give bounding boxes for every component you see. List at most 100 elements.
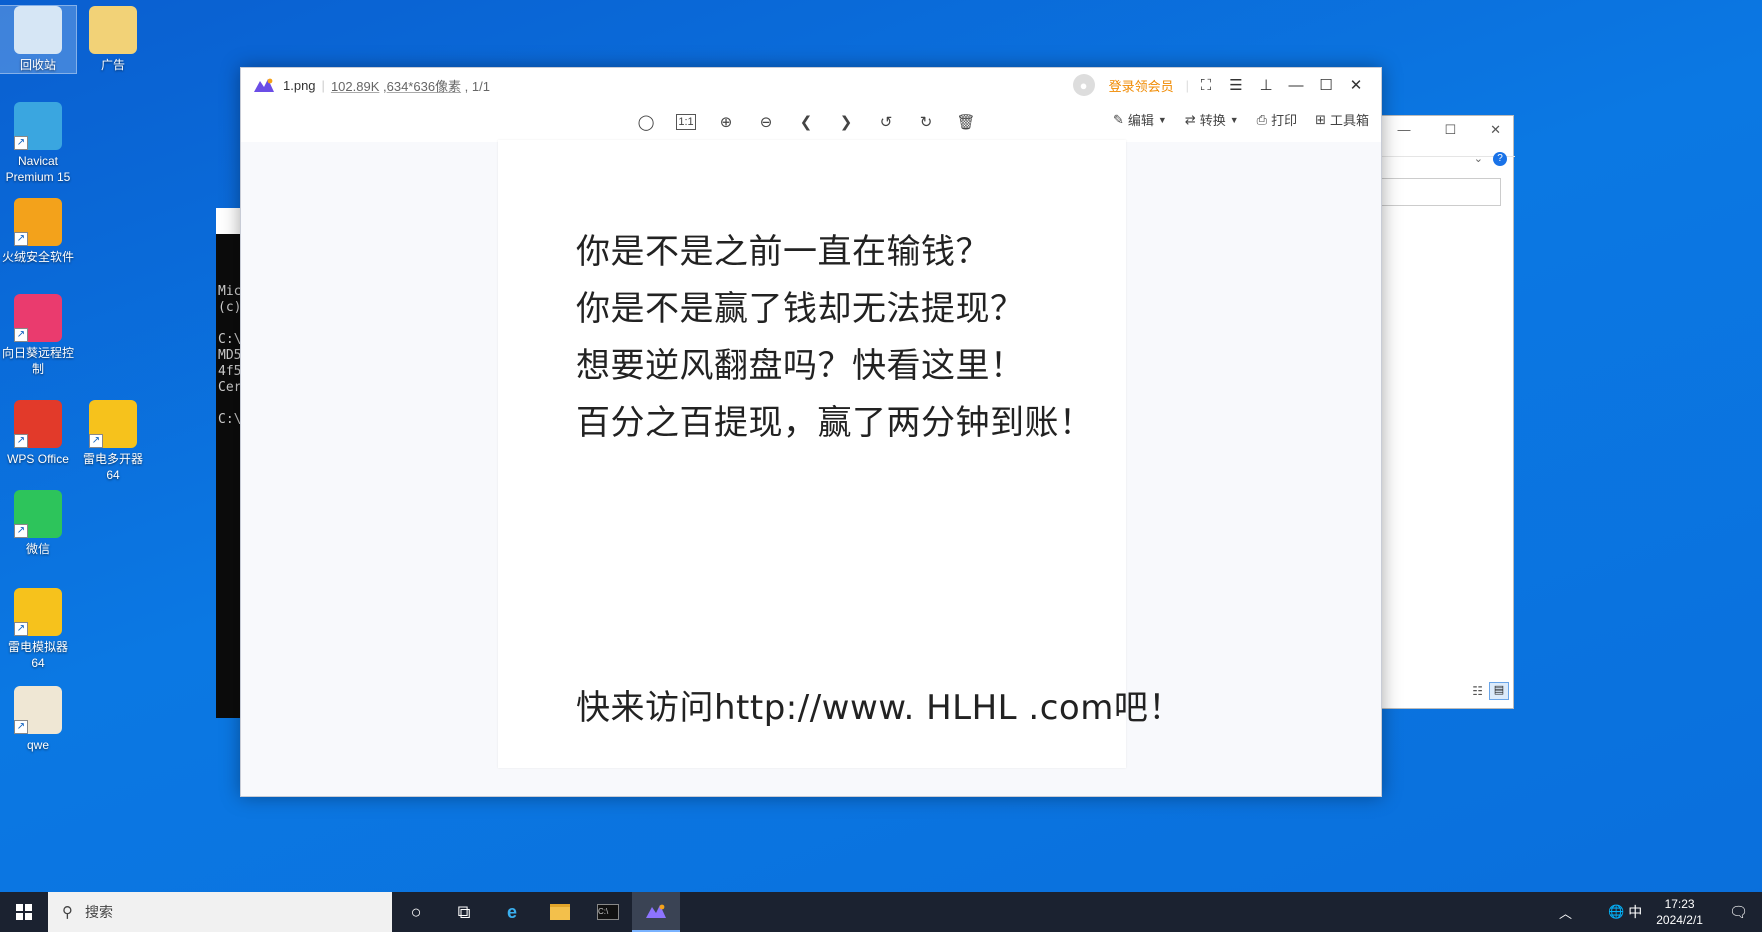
rotate-right-icon[interactable]: ↻ [913,109,939,135]
page-indicator: 1/1 [471,78,490,94]
menu-icon[interactable]: ☰ [1223,72,1249,98]
desktop-icon-sunflower-remote[interactable]: ↗ 向日葵远程控制 [0,294,76,377]
image-text-line: 你是不是赢了钱却无法提现？ [576,289,1025,329]
maximize-icon[interactable]: ☐ [1313,72,1339,98]
desktop-icon-label: qwe [26,738,49,752]
address-bar[interactable] [1381,178,1501,206]
desktop-icon-label: 雷电多开器64 [82,452,143,482]
caret-down-icon: ▼ [1157,114,1167,125]
desktop-icon-ldplayer[interactable]: ↗ 雷电模拟器64 [0,588,76,671]
terminal-icon[interactable]: C:\ [584,892,632,932]
clock-time: 17:23 [1664,897,1695,911]
task-view-icon[interactable]: ⧉ [440,892,488,932]
minimize-icon[interactable]: — [1397,122,1410,138]
file-explorer-icon[interactable] [536,892,584,932]
shortcut-arrow-icon: ↗ [14,720,28,734]
app-logo-icon [253,77,275,93]
search-placeholder: 搜索 [85,904,113,920]
desktop-icon-label: 微信 [25,542,50,556]
certificate-icon: ↗ [14,686,62,734]
edit-button[interactable]: ✎ 编辑 ▼ [1113,110,1167,129]
close-icon[interactable]: ✕ [1490,122,1501,138]
desktop-icon-huorong-shield[interactable]: ↗ 火绒安全软件 [0,198,76,265]
image-text-line: 想要逆风翻盘吗？快看这里！ [576,346,1025,386]
document-folder-icon [89,6,137,54]
search-icon: ⚲ [62,904,73,921]
desktop-icon-navicat[interactable]: ↗ Navicat Premium 15 [0,102,76,185]
desktop-icon-wechat[interactable]: ↗ 微信 [0,490,76,557]
viewer-titlebar[interactable]: 1.png | 102.89K ,634*636像素 , 1/1 ● 登录领会员… [241,68,1381,102]
edge-icon[interactable]: e [488,892,536,932]
preview-view-icon[interactable]: ▤ [1489,682,1509,700]
desktop-icon-document-folder[interactable]: 广告 [75,6,151,73]
shortcut-arrow-icon: ↗ [14,136,28,150]
fullscreen-icon[interactable]: ⛶ [1193,72,1219,98]
delete-icon[interactable]: 🗑 [953,109,979,135]
help-icon[interactable]: ? [1493,152,1507,166]
sunflower-remote-icon: ↗ [14,294,62,342]
next-icon[interactable]: ❯ [833,109,859,135]
language-globe-icon[interactable]: 🌐 [1608,904,1624,920]
image-text-line: 百分之百提现，赢了两分钟到账！ [576,403,1094,443]
zoom-in-icon[interactable]: ⊕ [713,109,739,135]
ldplayer-multi-icon: ↗ [89,400,137,448]
login-vip-link[interactable]: 登录领会员 [1109,76,1174,95]
convert-icon: ⇄ [1184,111,1196,127]
shortcut-arrow-icon: ↗ [14,434,28,448]
actual-size-icon[interactable]: 1:1 [676,114,696,130]
image-canvas: 你是不是之前一直在输钱？ 你是不是赢了钱却无法提现？ 想要逆风翻盘吗？快看这里！ 百分… [498,140,1182,768]
explorer-window[interactable]: — ☐ ✕ ⌄ ? ☷ ▤ [1380,115,1515,709]
desktop-icon-wps[interactable]: ↗ WPS Office [0,400,76,467]
details-view-icon[interactable]: ☷ [1472,684,1483,698]
toolbox-button[interactable]: ⊞ 工具箱 [1315,110,1369,129]
edit-icon: ✎ [1112,111,1124,127]
taskbar: ⚲ 搜索 ○ ⧉ e C:\ ︿ 🌐 中 17:23 2024/2/1 🗨 [0,892,1762,932]
desktop-icon-label: Navicat Premium 15 [5,154,71,184]
wechat-icon: ↗ [14,490,62,538]
print-button[interactable]: ⎙ 打印 [1257,110,1297,129]
shortcut-arrow-icon: ↗ [89,434,103,448]
system-tray: ︿ 🌐 中 17:23 2024/2/1 🗨 [1559,892,1762,932]
clock[interactable]: 17:23 2024/2/1 [1656,896,1703,928]
windows-logo-icon [16,904,32,920]
start-button[interactable] [0,892,48,932]
ime-indicator[interactable]: 中 [1628,902,1642,922]
navicat-icon: ↗ [14,102,62,150]
chevron-up-icon[interactable]: ︿ [1559,903,1572,922]
desktop-icon-ldplayer-multi[interactable]: ↗ 雷电多开器64 [75,400,151,483]
shortcut-arrow-icon: ↗ [14,622,28,636]
desktop-icon-certificate[interactable]: ↗ qwe [0,686,76,753]
previous-icon[interactable]: ❮ [793,109,819,135]
pin-icon[interactable]: ⊥ [1253,72,1279,98]
shortcut-arrow-icon: ↗ [14,524,28,538]
desktop-icon-label: WPS Office [7,452,69,466]
desktop-icon-recycle-bin[interactable]: 回收站 [0,5,77,74]
ldplayer-icon: ↗ [14,588,62,636]
chevron-down-icon[interactable]: ⌄ [1474,152,1483,165]
desktop-icon-label: 广告 [100,58,125,72]
desktop-icon-label: 雷电模拟器64 [7,640,68,670]
avatar[interactable]: ● [1072,74,1095,96]
huorong-shield-icon: ↗ [14,198,62,246]
mouse-wheel-icon[interactable]: ◯ [633,109,659,135]
maximize-icon[interactable]: ☐ [1444,122,1456,138]
image-viewer-window[interactable]: 1.png | 102.89K ,634*636像素 , 1/1 ● 登录领会员… [240,67,1382,797]
image-text-line: 你是不是之前一直在输钱？ [576,232,990,272]
grid-icon: ⊞ [1315,111,1326,127]
viewer-toolbar: ◯ 1:1 ⊕ ⊖ ❮ ❯ ↺ ↻ 🗑 ✎ 编辑 ▼ ⇄ 转换 ▼ ⎙ 打印 ⊞ 工具箱 [241,102,1381,142]
taskbar-search[interactable]: ⚲ 搜索 [48,892,392,932]
file-size[interactable]: 102.89K [331,79,379,94]
rotate-left-icon[interactable]: ↺ [873,109,899,135]
cortana-icon[interactable]: ○ [392,892,440,932]
convert-button[interactable]: ⇄ 转换 ▼ [1185,110,1239,129]
zoom-out-icon[interactable]: ⊖ [753,109,779,135]
shortcut-arrow-icon: ↗ [14,328,28,342]
close-icon[interactable]: ✕ [1343,72,1369,98]
image-dimensions[interactable]: 634*636像素 [387,79,461,94]
image-viewer-taskbar-icon[interactable] [632,892,680,932]
clock-date: 2024/2/1 [1656,913,1703,927]
notification-icon[interactable]: 🗨 [1729,903,1748,921]
wps-icon: ↗ [14,400,62,448]
minimize-icon[interactable]: — [1283,72,1309,98]
shortcut-arrow-icon: ↗ [14,232,28,246]
